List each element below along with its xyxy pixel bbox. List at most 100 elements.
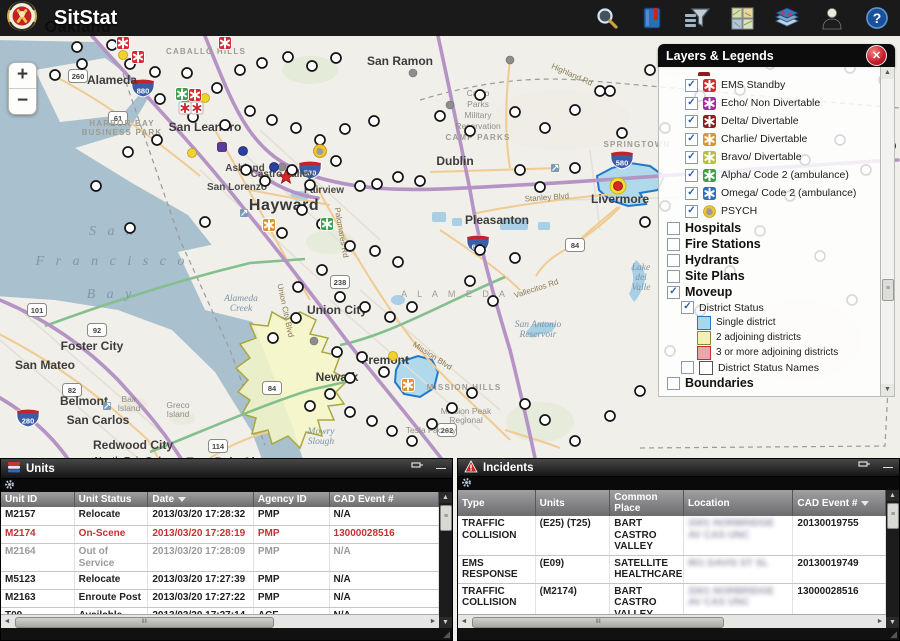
scrollbar-thumb[interactable]: ≡ — [887, 503, 899, 529]
unit-marker[interactable] — [520, 399, 530, 409]
unit-marker[interactable] — [355, 181, 365, 191]
minimize-icon[interactable]: — — [883, 463, 893, 473]
unit-marker[interactable] — [570, 436, 580, 446]
unit-marker[interactable] — [540, 123, 550, 133]
unit-marker[interactable] — [332, 347, 342, 357]
unit-marker[interactable] — [260, 176, 270, 186]
horizontal-scrollbar[interactable]: ◄‖‖► — [1, 614, 439, 628]
unit-marker[interactable] — [407, 436, 417, 446]
unit-marker[interactable] — [331, 156, 341, 166]
unit-marker[interactable] — [570, 105, 580, 115]
unit-marker[interactable] — [345, 373, 355, 383]
unit-marker[interactable] — [235, 65, 245, 75]
charlie-divertable-marker[interactable] — [402, 379, 415, 392]
checkbox[interactable] — [667, 222, 680, 235]
layer-section-boundaries[interactable]: Boundaries — [665, 375, 880, 391]
active-incident-marker[interactable] — [610, 178, 626, 194]
checkbox[interactable]: ✓ — [685, 205, 698, 218]
unit-marker[interactable] — [540, 415, 550, 425]
unit-marker[interactable] — [50, 70, 60, 80]
incidents-vertical-scrollbar[interactable]: ▲ ≡ ▼ — [886, 490, 899, 628]
scroll-down-icon[interactable]: ▼ — [881, 384, 894, 396]
layer-section-hospitals[interactable]: Hospitals — [665, 220, 880, 236]
unit-marker[interactable] — [107, 40, 117, 50]
checkbox[interactable]: ✓ — [685, 187, 698, 200]
layers-scrollbar[interactable]: ▲ ≡ ▼ — [880, 67, 894, 396]
unit-marker[interactable] — [345, 241, 355, 251]
bookmarks-icon[interactable] — [639, 5, 665, 31]
layer-item-7[interactable]: ✓PSYCH — [665, 202, 880, 220]
airport-icon[interactable] — [240, 209, 248, 217]
checkbox[interactable]: ✓ — [685, 151, 698, 164]
layer-item-5[interactable]: ✓Alpha/ Code 2 (ambulance) — [665, 166, 880, 184]
yellow-unit-marker[interactable] — [188, 149, 197, 158]
checkbox[interactable]: ✓ — [685, 115, 698, 128]
layer-district-status-names[interactable]: District Status Names — [665, 360, 880, 375]
incidents-panel-titlebar[interactable]: Incidents — — [458, 459, 899, 477]
column-header-type[interactable]: Type — [458, 490, 536, 516]
unit-marker[interactable] — [291, 123, 301, 133]
scroll-left-icon[interactable]: ◄ — [458, 616, 470, 627]
layer-item-0[interactable]: ✓EMS Standby — [665, 76, 880, 94]
column-header-cad-event-[interactable]: CAD Event # — [793, 490, 886, 516]
unit-marker[interactable] — [447, 403, 457, 413]
checkbox[interactable] — [667, 377, 680, 390]
alpha-code2-marker[interactable] — [176, 88, 189, 101]
unit-marker[interactable] — [369, 116, 379, 126]
layer-item-6[interactable]: ✓Omega/ Code 2 (ambulance) — [665, 184, 880, 202]
unit-marker[interactable] — [77, 59, 87, 69]
airport-icon[interactable] — [551, 164, 559, 172]
layer-item-4[interactable]: ✓Bravo/ Divertable — [665, 148, 880, 166]
filter-icon[interactable] — [684, 5, 710, 31]
resize-grip[interactable]: ◢ — [890, 630, 897, 639]
table-row[interactable]: TRAFFIC COLLISION(M2174)BART CASTRO VALL… — [458, 584, 886, 615]
unit-marker[interactable] — [287, 165, 297, 175]
unit-marker[interactable] — [645, 65, 655, 75]
unit-marker[interactable] — [385, 312, 395, 322]
unit-marker[interactable] — [291, 313, 301, 323]
unit-marker[interactable] — [91, 181, 101, 191]
unit-marker[interactable] — [200, 217, 210, 227]
scrollbar-thumb[interactable]: ≡ — [882, 279, 894, 301]
blue-unit-marker[interactable] — [270, 163, 279, 172]
checkbox[interactable]: ✓ — [681, 301, 694, 314]
ems-standby-marker[interactable] — [117, 37, 130, 50]
unit-marker[interactable] — [277, 228, 287, 238]
unit-marker[interactable] — [150, 67, 160, 77]
column-header-agency-id[interactable]: Agency ID — [254, 492, 330, 507]
unit-marker[interactable] — [340, 124, 350, 134]
layer-item-2[interactable]: ✓Delta/ Divertable — [665, 112, 880, 130]
station-marker[interactable] — [506, 56, 514, 64]
checkbox[interactable] — [667, 270, 680, 283]
unit-marker[interactable] — [241, 165, 251, 175]
checkbox[interactable] — [667, 254, 680, 267]
unit-marker[interactable] — [357, 352, 367, 362]
blue-unit-marker[interactable] — [239, 147, 248, 156]
unit-marker[interactable] — [212, 83, 222, 93]
unit-marker[interactable] — [297, 205, 307, 215]
unit-marker[interactable] — [379, 367, 389, 377]
unit-marker[interactable] — [268, 333, 278, 343]
layers-panel-titlebar[interactable]: Layers & Legends ✕ — [658, 44, 895, 67]
unit-marker[interactable] — [152, 135, 162, 145]
unit-marker[interactable] — [488, 296, 498, 306]
scroll-up-icon[interactable]: ▲ — [439, 492, 452, 503]
column-header-cad-event-[interactable]: CAD Event # — [330, 492, 439, 507]
table-row[interactable]: M2163Enroute Post2013/03/20 17:27:22PMPN… — [1, 590, 439, 608]
unit-marker[interactable] — [467, 388, 477, 398]
unit-marker[interactable] — [635, 386, 645, 396]
unit-marker[interactable] — [465, 276, 475, 286]
layers-icon[interactable] — [774, 5, 800, 31]
scrollbar-track[interactable]: ‖‖ — [470, 617, 874, 626]
basemap-icon[interactable] — [729, 5, 755, 31]
purple-unit-marker[interactable] — [218, 143, 227, 152]
unit-marker[interactable] — [325, 389, 335, 399]
scroll-right-icon[interactable]: ► — [874, 616, 886, 627]
zoom-in-button[interactable]: + — [9, 63, 36, 89]
alpha-code2-marker[interactable] — [321, 218, 334, 231]
column-header-common-place[interactable]: Common Place — [610, 490, 684, 516]
psych-marker[interactable] — [314, 145, 327, 158]
unit-marker[interactable] — [125, 223, 135, 233]
ems-standby-marker[interactable] — [132, 51, 145, 64]
layer-district-status[interactable]: ✓District Status — [665, 300, 880, 315]
